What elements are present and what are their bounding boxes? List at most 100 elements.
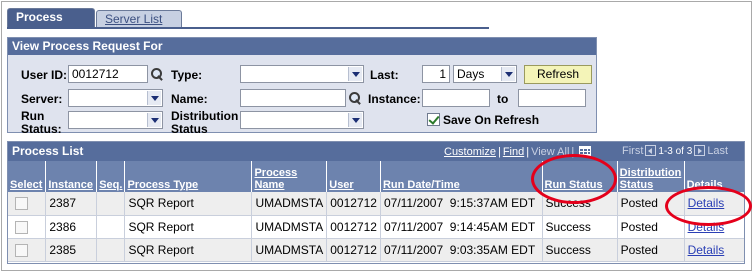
download-grid-icon[interactable]	[579, 146, 592, 156]
process-table: Select Instance Seq. Process Type Proces…	[8, 161, 744, 262]
find-link[interactable]: Find	[503, 146, 524, 158]
process-name-cell: UMADMSTA	[251, 215, 328, 239]
instance-label: Instance:	[368, 92, 421, 106]
chevron-down-icon	[501, 67, 515, 81]
run-status-label: Run Status:	[21, 110, 62, 136]
run-status-cell: Success	[542, 238, 618, 262]
previous-page-icon[interactable]	[645, 145, 657, 156]
view-process-request-panel: View Process Request For User ID: 001271…	[7, 37, 597, 136]
server-select[interactable]	[68, 89, 163, 107]
customize-link[interactable]: Customize	[444, 146, 496, 158]
refresh-button[interactable]: Refresh	[524, 65, 592, 84]
run-status-label-line1: Run	[21, 109, 45, 123]
process-type-cell: SQR Report	[124, 215, 253, 239]
save-on-refresh-checkbox[interactable]	[427, 113, 440, 126]
user-cell: 0012712	[326, 192, 381, 216]
user-cell: 0012712	[326, 215, 381, 239]
col-run-datetime[interactable]: Run Date/Time	[380, 161, 543, 192]
table-row: 2387 SQR Report UMADMSTA 0012712 07/11/2…	[8, 192, 744, 216]
type-label: Type:	[171, 68, 203, 82]
chevron-down-icon	[348, 67, 362, 81]
name-input[interactable]	[240, 89, 346, 107]
tab-underline	[7, 27, 489, 29]
distribution-status-cell: Posted	[617, 215, 685, 239]
run-datetime-cell: 07/11/2007 9:03:35AM EDT	[380, 238, 543, 262]
col-details[interactable]: Details	[684, 161, 744, 192]
table-row: 2385 SQR Report UMADMSTA 0012712 07/11/2…	[8, 238, 744, 262]
distribution-status-cell: Posted	[617, 238, 685, 262]
run-status-cell: Success	[542, 215, 618, 239]
last-label: Last:	[370, 68, 399, 82]
last-unit-value: Days	[457, 67, 485, 81]
type-select[interactable]	[240, 65, 364, 83]
details-link[interactable]: Details	[684, 215, 744, 239]
view-all-link[interactable]: View All	[531, 146, 569, 158]
col-process-name[interactable]: Process Name	[251, 161, 328, 192]
row-select-checkbox[interactable]	[15, 243, 28, 257]
user-id-lookup-icon[interactable]	[150, 67, 164, 81]
process-list-grid: Process List Customize | Find | View All | Fi…	[7, 141, 745, 264]
name-lookup-icon[interactable]	[348, 91, 362, 105]
row-select-checkbox[interactable]	[15, 220, 28, 234]
save-on-refresh-label: Save On Refresh	[443, 113, 540, 127]
distribution-status-cell: Posted	[617, 192, 685, 216]
dist-status-label-line2: Status	[171, 122, 208, 136]
last-link[interactable]: Last	[707, 145, 728, 157]
process-name-cell: UMADMSTA	[251, 192, 328, 216]
run-datetime-cell: 07/11/2007 9:14:45AM EDT	[380, 215, 543, 239]
process-name-cell: UMADMSTA	[251, 238, 328, 262]
distribution-status-label: Distribution Status	[171, 110, 238, 136]
dist-status-label-line1: Distribution	[171, 109, 239, 123]
details-link[interactable]: Details	[684, 192, 744, 216]
chevron-down-icon	[348, 113, 362, 127]
instance-cell: 2387	[45, 192, 98, 216]
run-status-cell: Success	[542, 192, 618, 216]
instance-to-input[interactable]	[518, 89, 586, 107]
select-cell	[8, 215, 47, 239]
seq-cell	[96, 238, 126, 262]
col-run-status[interactable]: Run Status	[542, 161, 618, 192]
select-cell	[8, 238, 47, 262]
col-process-type[interactable]: Process Type	[124, 161, 253, 192]
row-select-checkbox[interactable]	[15, 197, 28, 211]
col-distribution-status[interactable]: Distribution Status	[617, 161, 685, 192]
user-id-input[interactable]: 0012712	[68, 65, 148, 83]
last-unit-select[interactable]: Days	[453, 65, 517, 83]
run-status-select[interactable]	[68, 111, 163, 129]
col-instance[interactable]: Instance	[45, 161, 98, 192]
tab-process-list[interactable]: Process List	[7, 8, 95, 41]
table-row: 2386 SQR Report UMADMSTA 0012712 07/11/2…	[8, 215, 744, 239]
grid-tools: Customize | Find | View All |	[444, 146, 592, 158]
name-label: Name:	[171, 92, 208, 106]
process-type-cell: SQR Report	[124, 238, 253, 262]
chevron-down-icon	[147, 91, 161, 105]
panel-title: View Process Request For	[8, 38, 596, 55]
last-input[interactable]: 1	[422, 65, 450, 83]
col-user[interactable]: User	[326, 161, 381, 192]
grid-title-bar: Process List Customize | Find | View All | Fi…	[8, 142, 744, 161]
seq-cell	[96, 215, 126, 239]
chevron-down-icon	[147, 113, 161, 127]
distribution-status-select[interactable]	[240, 111, 364, 129]
instance-cell: 2386	[45, 215, 98, 239]
run-datetime-cell: 07/11/2007 9:15:37AM EDT	[380, 192, 543, 216]
col-seq[interactable]: Seq.	[96, 161, 126, 192]
seq-cell	[96, 192, 126, 216]
run-status-label-line2: Status:	[21, 122, 62, 136]
next-page-icon[interactable]	[694, 145, 706, 156]
col-select[interactable]: Select	[8, 161, 47, 192]
process-type-cell: SQR Report	[124, 192, 253, 216]
grid-pager: First 1-3 of 3 Last	[622, 145, 728, 157]
tab-server-list-label: Server List	[105, 12, 163, 26]
first-link[interactable]: First	[622, 145, 643, 157]
tab-server-list[interactable]: Server List	[96, 10, 182, 28]
row-range: 1-3 of 3	[658, 146, 693, 157]
table-header-row: Select Instance Seq. Process Type Proces…	[8, 161, 744, 192]
user-id-label: User ID:	[21, 68, 68, 82]
instance-from-input[interactable]	[422, 89, 490, 107]
instance-cell: 2385	[45, 238, 98, 262]
server-label: Server:	[21, 92, 63, 106]
select-cell	[8, 192, 47, 216]
instance-to-label: to	[497, 92, 509, 106]
details-link[interactable]: Details	[684, 238, 744, 262]
